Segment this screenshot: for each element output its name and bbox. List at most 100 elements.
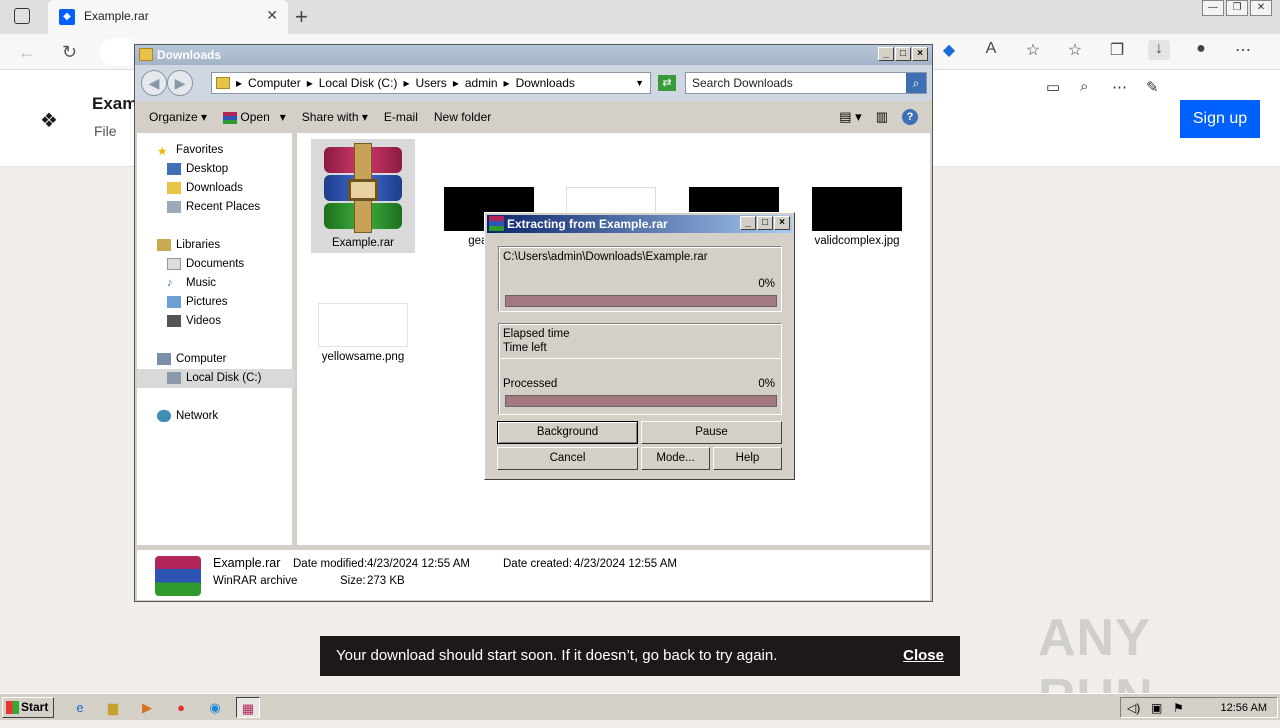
- search-downloads-icon[interactable]: ⌕: [1080, 78, 1088, 95]
- organize-menu[interactable]: Organize ▾: [149, 110, 207, 124]
- file-progress-bar: [505, 295, 777, 307]
- pause-button[interactable]: Pause: [641, 421, 782, 444]
- back-button[interactable]: ◀: [141, 70, 167, 96]
- help-icon[interactable]: ?: [902, 109, 918, 125]
- flag-icon[interactable]: ⚑: [1173, 701, 1184, 715]
- breadcrumb-users[interactable]: Users: [415, 76, 446, 90]
- media-player-icon[interactable]: ▶: [135, 697, 159, 718]
- refresh-icon[interactable]: ⇄: [658, 75, 676, 91]
- breadcrumb-downloads[interactable]: Downloads: [516, 76, 575, 90]
- share-with-menu[interactable]: Share with ▾: [302, 110, 368, 124]
- mode-button[interactable]: Mode...: [641, 447, 710, 470]
- preview-pane-icon[interactable]: ▥: [876, 109, 888, 125]
- libraries-icon: [157, 239, 171, 251]
- extract-dialog: Extracting from Example.rar _ □ × C:\Use…: [484, 212, 795, 480]
- new-tab-button[interactable]: +: [295, 4, 308, 30]
- open-menu[interactable]: Open ▾: [223, 110, 286, 124]
- file-item-validcomplex[interactable]: validcomplex.jpg: [805, 187, 909, 247]
- nav-downloads[interactable]: Downloads: [167, 182, 243, 194]
- explorer-nav-bar: ◀ ▶ ▸ Computer ▸ Local Disk (C:) ▸ Users…: [135, 65, 932, 101]
- nav-network[interactable]: Network: [157, 410, 218, 422]
- explorer-title: Downloads: [157, 48, 222, 62]
- more-options-icon[interactable]: ⋯: [1112, 78, 1127, 96]
- file-progress-group: C:\Users\admin\Downloads\Example.rar 0%: [498, 246, 782, 312]
- explorer-close-button[interactable]: ×: [912, 47, 928, 61]
- profile-avatar[interactable]: ●: [1190, 40, 1212, 60]
- pin-icon[interactable]: ✎: [1146, 78, 1159, 96]
- breadcrumb-local-disk[interactable]: Local Disk (C:): [319, 76, 398, 90]
- nav-desktop[interactable]: Desktop: [167, 163, 228, 175]
- refresh-icon[interactable]: ↻: [62, 42, 77, 63]
- favorites-icon[interactable]: ☆: [1064, 40, 1086, 60]
- more-menu-icon[interactable]: ⋯: [1232, 40, 1254, 60]
- size-value: 273 KB: [367, 575, 405, 587]
- minimize-button[interactable]: —: [1202, 0, 1224, 16]
- read-aloud-icon[interactable]: A: [980, 40, 1002, 60]
- search-input[interactable]: Search Downloads ⌕: [685, 72, 927, 94]
- processed-label: Processed: [503, 378, 558, 390]
- forward-button[interactable]: ▶: [167, 70, 193, 96]
- nav-pictures[interactable]: Pictures: [167, 296, 228, 308]
- collections-icon[interactable]: ❐: [1106, 40, 1128, 60]
- nav-libraries[interactable]: Libraries: [157, 239, 220, 251]
- sign-up-button[interactable]: Sign up: [1180, 100, 1260, 138]
- background-button[interactable]: Background: [497, 421, 638, 444]
- email-button[interactable]: E-mail: [384, 110, 418, 124]
- dropbox-logo-icon[interactable]: ❖: [40, 108, 58, 133]
- page-subtitle: File: [94, 123, 117, 139]
- nav-local-disk[interactable]: Local Disk (C:): [167, 372, 261, 384]
- image-thumbnail: [318, 303, 408, 347]
- date-modified-label: Date modified:: [293, 558, 368, 570]
- dialog-close-button[interactable]: ×: [774, 216, 790, 230]
- nav-documents[interactable]: Documents: [167, 258, 244, 270]
- elapsed-time-label: Elapsed time: [503, 328, 570, 340]
- music-icon: ♪: [167, 277, 173, 289]
- open-folder-icon[interactable]: ▭: [1046, 78, 1060, 96]
- internet-explorer-icon[interactable]: e: [68, 697, 92, 718]
- explorer-maximize-button[interactable]: □: [895, 47, 911, 61]
- start-button[interactable]: Start: [2, 697, 54, 718]
- help-button[interactable]: Help: [713, 447, 782, 470]
- volume-icon[interactable]: ◁): [1127, 701, 1140, 715]
- edge-icon[interactable]: ◉: [203, 697, 227, 718]
- back-arrow-icon[interactable]: ←: [18, 42, 36, 63]
- winrar-taskbar-icon[interactable]: ▦: [236, 697, 260, 718]
- nav-recent-places[interactable]: Recent Places: [167, 201, 260, 213]
- breadcrumb-admin[interactable]: admin: [465, 76, 498, 90]
- file-item-yellowsame[interactable]: yellowsame.png: [311, 303, 415, 363]
- tag-icon[interactable]: ◆: [938, 40, 960, 60]
- archive-path: C:\Users\admin\Downloads\Example.rar: [503, 251, 708, 263]
- tab-actions-icon[interactable]: [14, 8, 30, 24]
- recent-places-icon: [167, 201, 181, 213]
- nav-computer[interactable]: Computer: [157, 353, 227, 365]
- nav-music[interactable]: ♪ Music: [167, 277, 216, 289]
- breadcrumb[interactable]: ▸ Computer ▸ Local Disk (C:) ▸ Users ▸ a…: [211, 72, 651, 94]
- explorer-titlebar[interactable]: Downloads _ □ ×: [135, 45, 932, 65]
- file-explorer-icon[interactable]: ▆: [101, 697, 125, 718]
- time-left-label: Time left: [503, 342, 547, 354]
- view-options-icon[interactable]: ▤ ▾: [839, 109, 861, 125]
- file-item-example-rar[interactable]: Example.rar: [311, 139, 415, 253]
- dialog-titlebar[interactable]: Extracting from Example.rar _ □ ×: [487, 215, 792, 233]
- new-folder-button[interactable]: New folder: [434, 110, 491, 124]
- tab-close-icon[interactable]: ✕: [266, 7, 278, 24]
- winrar-archive-icon: [318, 143, 408, 233]
- search-icon[interactable]: ⌕: [906, 73, 926, 93]
- explorer-minimize-button[interactable]: _: [878, 47, 894, 61]
- dialog-minimize-button[interactable]: _: [740, 216, 756, 230]
- dialog-maximize-button[interactable]: □: [757, 216, 773, 230]
- cancel-button[interactable]: Cancel: [497, 447, 638, 470]
- chevron-down-icon[interactable]: ▼: [635, 78, 644, 88]
- close-window-button[interactable]: ✕: [1250, 0, 1272, 16]
- restore-button[interactable]: ❐: [1226, 0, 1248, 16]
- clock[interactable]: 12:56 AM: [1221, 702, 1267, 714]
- breadcrumb-computer[interactable]: Computer: [248, 76, 301, 90]
- nav-favorites[interactable]: ★ Favorites: [157, 144, 223, 158]
- nav-videos[interactable]: Videos: [167, 315, 221, 327]
- browser-tab[interactable]: ◆ Example.rar ✕: [48, 0, 288, 34]
- chrome-icon[interactable]: ●: [169, 697, 193, 718]
- downloads-icon[interactable]: ↓: [1148, 40, 1170, 60]
- network-tray-icon[interactable]: ▣: [1151, 701, 1162, 715]
- toast-close-button[interactable]: Close: [903, 647, 944, 664]
- add-favorite-icon[interactable]: ☆: [1022, 40, 1044, 60]
